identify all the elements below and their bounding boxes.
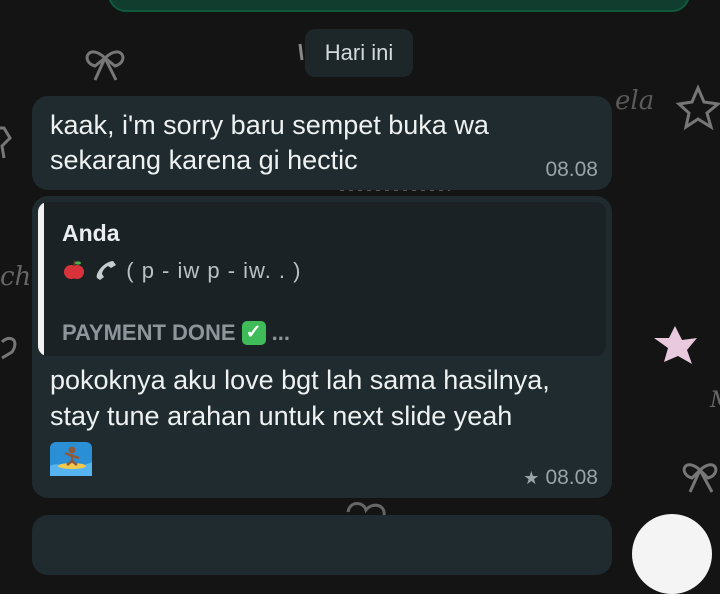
previous-message-bubble[interactable] [108, 0, 690, 12]
quoted-payment-line: PAYMENT DONE ✓ ... [62, 320, 290, 346]
quoted-author: Anda [62, 220, 120, 246]
heart-doodle-icon [0, 336, 17, 360]
surfer-emoji-icon [50, 442, 92, 476]
wallpaper-text: M [710, 388, 720, 413]
bow-icon [85, 50, 125, 81]
scroll-down-button[interactable] [632, 514, 712, 594]
message-timestamp: 08.08 [545, 466, 598, 489]
phone-emoji-icon [93, 258, 126, 283]
quoted-reply[interactable]: Anda ( p - iw p - iw. . ) PAYMENT DONE ✓ [38, 202, 606, 356]
quote-accent-bar [38, 202, 44, 356]
starred-icon: ★ [523, 467, 540, 488]
message-text: pokoknya aku love bgt lah sama hasilnya,… [50, 362, 550, 434]
bow-icon [682, 463, 718, 493]
quoted-text-content: ( p - iw p - iw. . ) [126, 258, 302, 283]
star-outline-icon [0, 126, 12, 159]
message-text-line: kaak, i'm sorry baru sempet buka wa [50, 110, 489, 140]
quoted-ellipsis: ... [271, 320, 290, 345]
message-text-line: pokoknya aku love bgt lah sama hasilnya, [50, 365, 550, 395]
message-text-line: sekarang karena gi hectic [50, 145, 358, 175]
date-separator: Hari ini [305, 29, 413, 77]
incoming-message-bubble[interactable]: Anda ( p - iw p - iw. . ) PAYMENT DONE ✓ [32, 196, 612, 498]
incoming-message-bubble[interactable] [32, 515, 612, 575]
quoted-payment-text: PAYMENT DONE [62, 320, 236, 345]
date-label: Hari ini [324, 40, 394, 65]
incoming-message-bubble[interactable]: kaak, i'm sorry baru sempet buka wa seka… [32, 96, 612, 190]
message-timestamp: 08.08 [545, 158, 598, 181]
quoted-text: ( p - iw p - iw. . ) [62, 258, 302, 284]
check-mark-emoji-icon: ✓ [241, 321, 266, 345]
message-timestamp-row: ★ 08.08 [523, 466, 598, 490]
message-text-line: stay tune arahan untuk next slide yeah [50, 401, 513, 431]
message-text: kaak, i'm sorry baru sempet buka wa seka… [50, 108, 489, 178]
wallpaper-text: ela [615, 86, 655, 116]
apple-emoji-icon [62, 258, 93, 283]
star-filled-icon [654, 326, 697, 364]
star-outline-icon [675, 84, 720, 131]
